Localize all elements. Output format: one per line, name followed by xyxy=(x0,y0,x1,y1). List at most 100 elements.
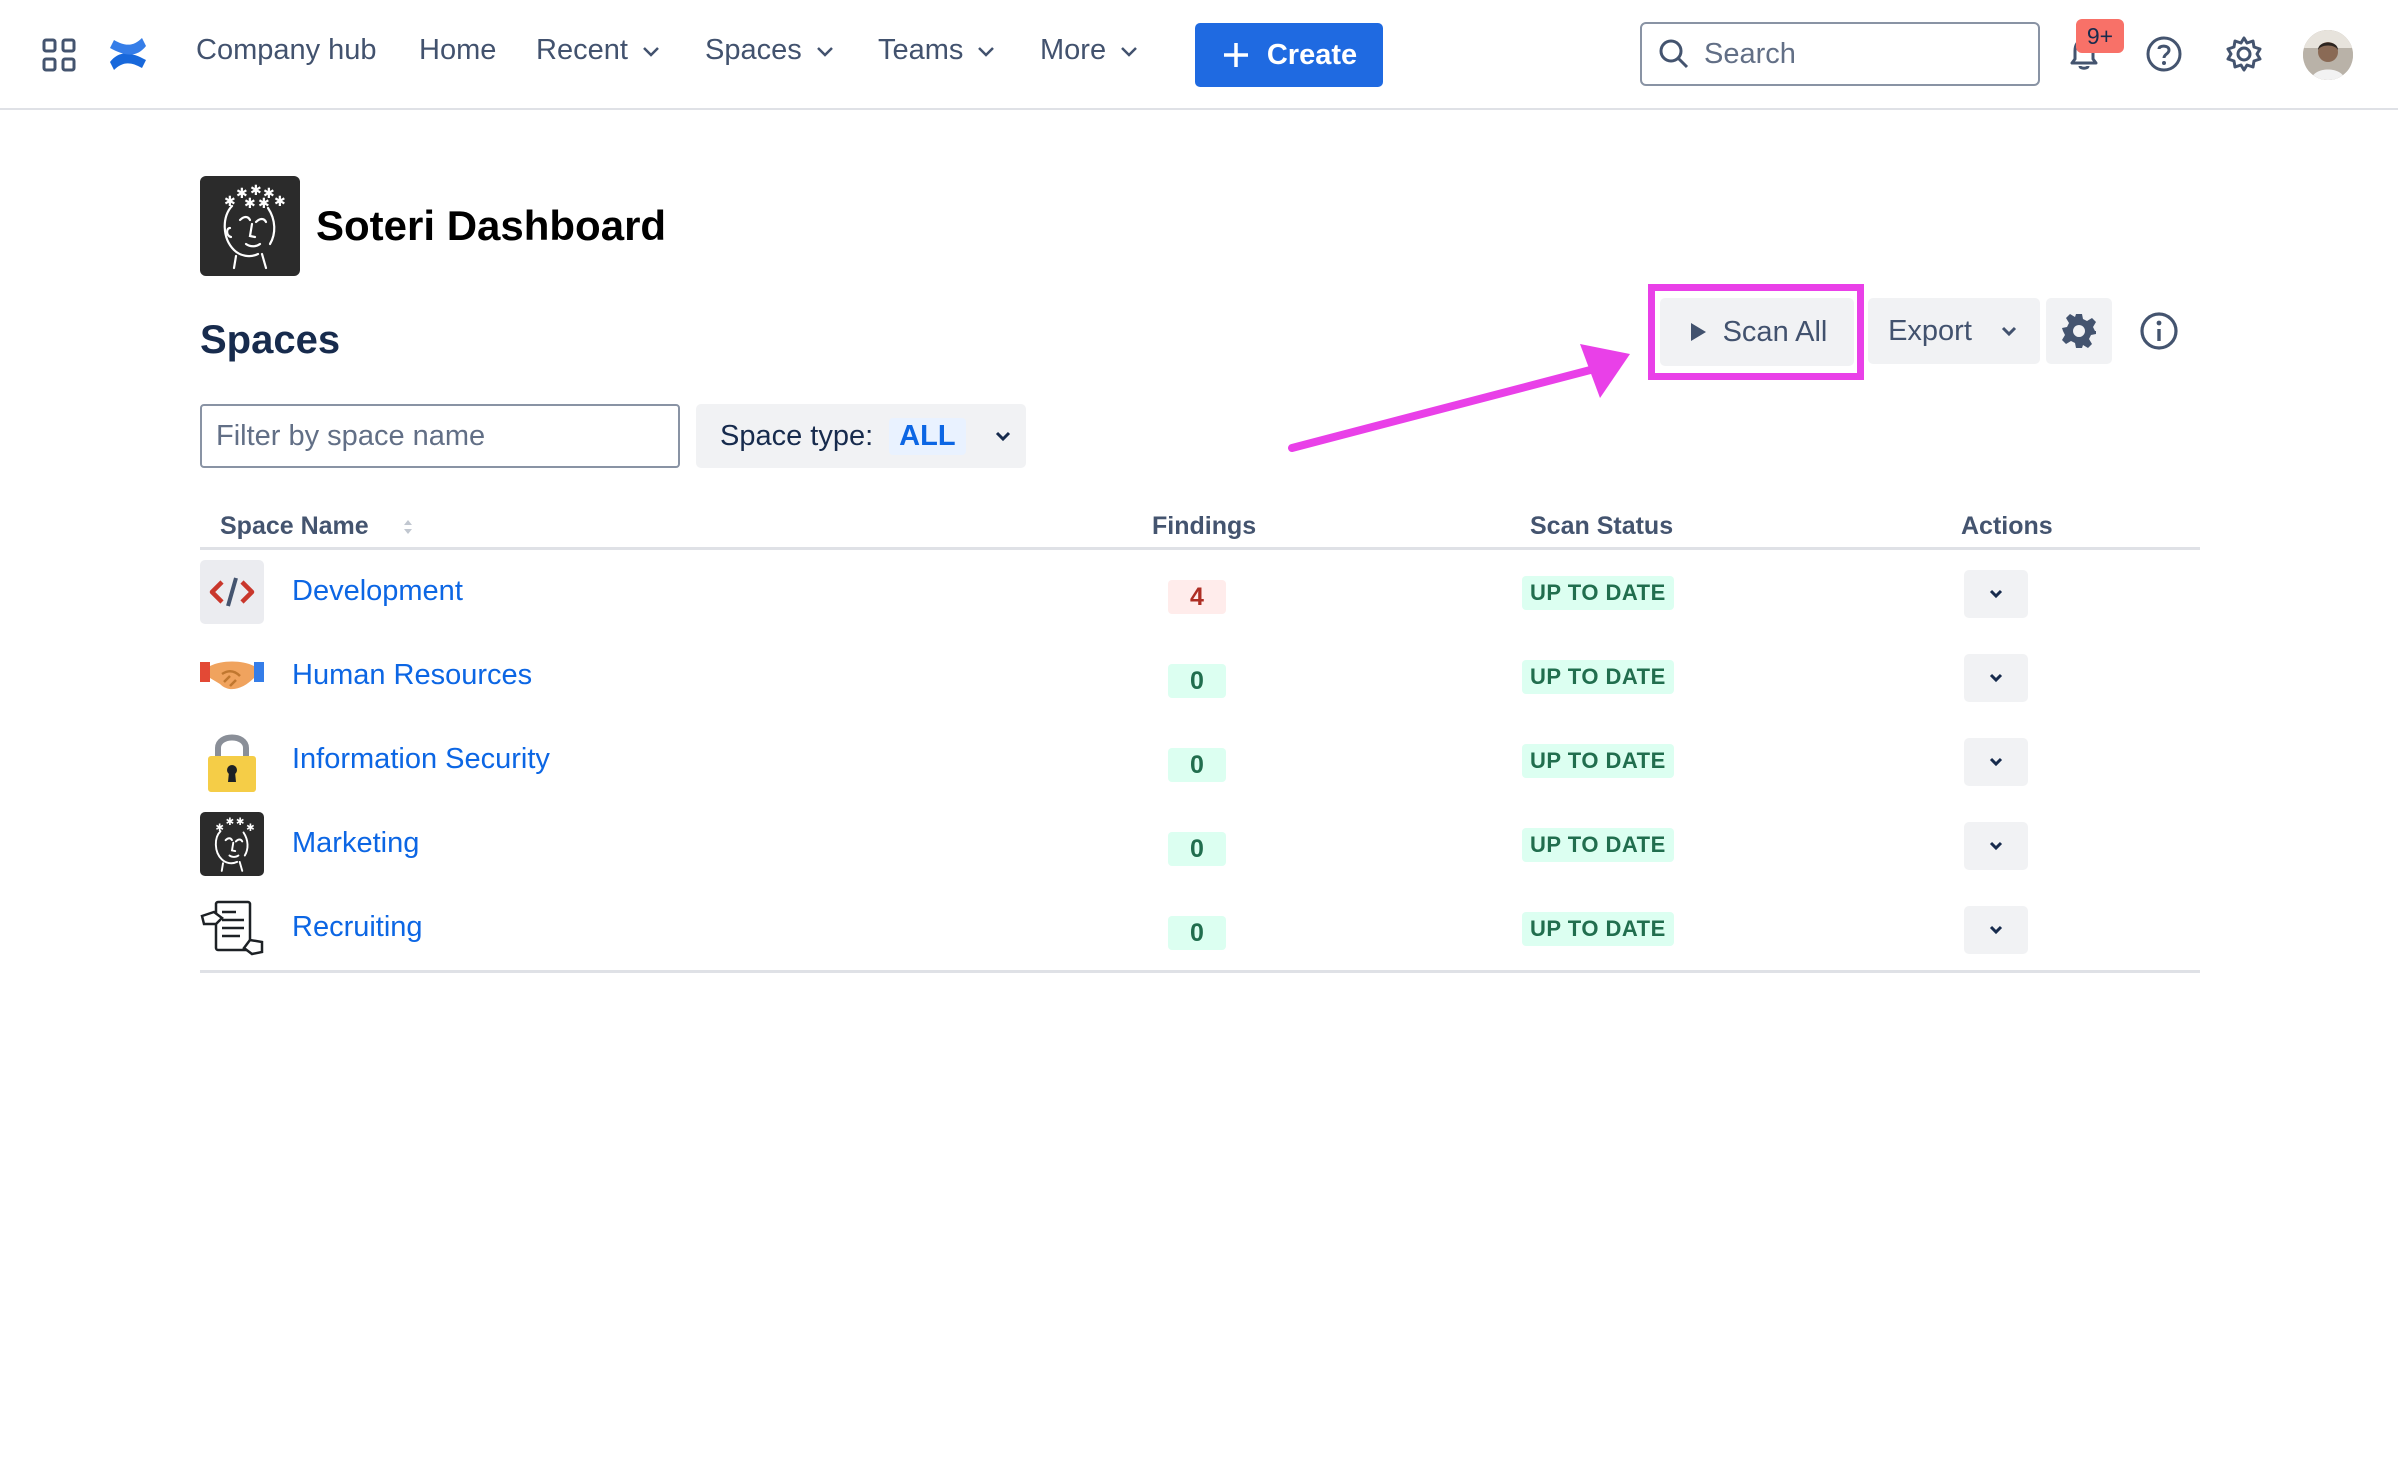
svg-text:✱: ✱ xyxy=(226,816,235,828)
plus-icon xyxy=(1223,43,1248,67)
code-icon xyxy=(200,560,264,624)
section-title: Spaces xyxy=(200,318,341,362)
chevron-down-icon xyxy=(816,46,833,57)
space-link[interactable]: Development xyxy=(292,575,463,608)
column-header-label: Space Name xyxy=(220,512,369,540)
svg-text:✱: ✱ xyxy=(215,822,224,834)
chevron-down-icon xyxy=(1989,757,2003,767)
nav-teams-label: Teams xyxy=(878,34,964,66)
export-dropdown-button[interactable]: Export xyxy=(1868,298,2040,364)
nav-home[interactable]: Home xyxy=(419,34,496,67)
findings-badge: 0 xyxy=(1168,916,1226,950)
nav-more[interactable]: More xyxy=(1040,34,1140,67)
table-row: Recruiting 0 UP TO DATE xyxy=(200,886,2200,970)
space-link[interactable]: Human Resources xyxy=(292,659,532,692)
nav-recent[interactable]: Recent xyxy=(536,34,662,67)
table-row: Development 4 UP TO DATE xyxy=(200,550,2200,634)
help-icon[interactable] xyxy=(2144,34,2184,74)
chevron-down-icon xyxy=(1121,46,1137,57)
create-button[interactable]: Create xyxy=(1195,23,1383,87)
findings-badge: 0 xyxy=(1168,664,1226,698)
nav-company-hub-label: Company hub xyxy=(196,34,377,66)
nav-spaces-label: Spaces xyxy=(705,34,802,66)
soteri-logo-icon: ✱ ✱ ✱ ✱ xyxy=(200,812,264,876)
scan-status-badge: UP TO DATE xyxy=(1522,828,1674,862)
chevron-down-icon xyxy=(1989,673,2003,683)
chevron-down-icon xyxy=(1989,925,2003,935)
row-actions-button[interactable] xyxy=(1964,654,2028,702)
soteri-face-icon: ✱ ✱ ✱ ✱ ✱✱ ✱ xyxy=(223,183,286,270)
user-photo-icon xyxy=(2303,30,2353,80)
info-icon[interactable] xyxy=(2138,310,2180,352)
space-link[interactable]: Information Security xyxy=(292,743,550,776)
space-link[interactable]: Recruiting xyxy=(292,911,423,944)
space-type-value: ALL xyxy=(889,417,966,455)
row-actions-button[interactable] xyxy=(1964,822,2028,870)
table-row: Human Resources 0 UP TO DATE xyxy=(200,634,2200,718)
nav-spaces[interactable]: Spaces xyxy=(705,34,836,67)
chevron-down-icon xyxy=(1989,589,2003,599)
chevron-down-icon xyxy=(2001,326,2016,337)
table-row: Information Security 0 UP TO DATE xyxy=(200,718,2200,802)
export-label: Export xyxy=(1888,314,1972,347)
scan-status-badge: UP TO DATE xyxy=(1522,912,1674,946)
svg-text:✱: ✱ xyxy=(246,822,255,834)
gear-icon xyxy=(2062,314,2096,348)
user-avatar[interactable] xyxy=(2303,30,2353,80)
space-name-filter-input[interactable] xyxy=(200,404,680,468)
findings-badge: 4 xyxy=(1168,580,1226,614)
padlock-icon xyxy=(200,728,264,792)
column-header-actions: Actions xyxy=(1961,512,2053,540)
row-actions-button[interactable] xyxy=(1964,906,2028,954)
chevron-down-icon xyxy=(1989,841,2003,851)
app-switcher-icon[interactable] xyxy=(40,36,80,76)
resume-icon xyxy=(200,896,264,960)
notification-badge: 9+ xyxy=(2076,19,2124,53)
annotation-arrow-icon xyxy=(1288,344,1630,452)
nav-home-label: Home xyxy=(419,34,497,66)
row-actions-button[interactable] xyxy=(1964,570,2028,618)
table-row: ✱ ✱ ✱ ✱ Marketing 0 UP TO DATE xyxy=(200,802,2200,886)
svg-text:✱: ✱ xyxy=(274,194,286,210)
handshake-icon xyxy=(200,644,264,708)
settings-gear-icon[interactable] xyxy=(2224,34,2264,74)
space-type-dropdown[interactable]: Space type: ALL xyxy=(696,404,1026,468)
svg-text:✱: ✱ xyxy=(244,196,256,212)
table-body: Development 4 UP TO DATE Human Resources… xyxy=(200,550,2200,973)
search-input[interactable] xyxy=(1704,37,2024,71)
column-header-findings: Findings xyxy=(1152,512,1257,540)
scan-status-badge: UP TO DATE xyxy=(1522,576,1674,610)
top-navigation: Company hub Home Recent Spaces Teams Mor… xyxy=(0,0,2398,110)
chevron-down-icon xyxy=(995,431,1010,442)
spaces-table: Space Name Findings Scan Status Actions … xyxy=(200,500,2200,973)
scan-status-badge: UP TO DATE xyxy=(1522,744,1674,778)
space-type-label: Space type: xyxy=(720,419,874,452)
nav-more-label: More xyxy=(1040,34,1107,66)
svg-text:✱: ✱ xyxy=(236,816,245,828)
confluence-logo-icon[interactable] xyxy=(106,32,150,76)
column-header-space-name[interactable]: Space Name xyxy=(220,512,416,541)
sort-icon xyxy=(403,520,412,535)
create-button-label: Create xyxy=(1266,38,1358,71)
nav-recent-label: Recent xyxy=(536,34,628,66)
svg-text:✱: ✱ xyxy=(258,196,270,212)
findings-badge: 0 xyxy=(1168,748,1226,782)
row-actions-button[interactable] xyxy=(1964,738,2028,786)
play-icon xyxy=(1690,323,1706,341)
chevron-down-icon xyxy=(643,46,659,57)
dashboard-settings-button[interactable] xyxy=(2046,298,2112,364)
findings-badge: 0 xyxy=(1168,832,1226,866)
scan-all-label: Scan All xyxy=(1722,315,1828,348)
column-header-scan-status: Scan Status xyxy=(1530,512,1674,540)
soteri-logo: ✱ ✱ ✱ ✱ ✱ ✱ ✱ xyxy=(200,176,300,276)
svg-text:✱: ✱ xyxy=(224,194,236,210)
nav-company-hub[interactable]: Company hub xyxy=(196,34,377,67)
space-link[interactable]: Marketing xyxy=(292,827,419,860)
search-field[interactable] xyxy=(1640,22,2040,86)
page-title: Soteri Dashboard xyxy=(316,202,667,249)
scan-all-button[interactable]: Scan All xyxy=(1660,298,1854,366)
search-icon xyxy=(1659,39,1689,69)
chevron-down-icon xyxy=(978,46,995,57)
nav-teams[interactable]: Teams xyxy=(878,34,997,67)
table-header: Space Name Findings Scan Status Actions xyxy=(200,500,2200,550)
